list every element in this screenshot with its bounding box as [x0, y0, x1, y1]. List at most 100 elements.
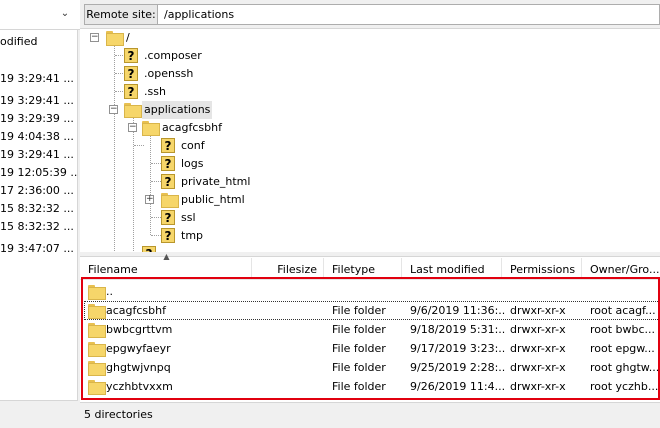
tree-item-root[interactable]: / — [124, 29, 132, 47]
column-owner-group[interactable]: Owner/Gro... — [582, 258, 660, 280]
unknown-folder-icon: ? — [161, 174, 175, 189]
unknown-folder-icon: ? — [124, 66, 138, 81]
local-column-modified[interactable]: odified — [0, 32, 77, 52]
file-type: File folder — [332, 323, 386, 336]
file-name: .. — [106, 285, 113, 298]
file-row[interactable]: acagfcsbhf File folder 9/6/2019 11:36:..… — [84, 301, 660, 320]
file-type: File folder — [332, 304, 386, 317]
file-owner: root epgw... — [590, 342, 655, 355]
sort-ascending-icon: ▲ — [163, 252, 170, 261]
unknown-folder-icon: ? — [161, 138, 175, 153]
tree-item-ssl[interactable]: ssl — [179, 209, 198, 227]
column-filename[interactable]: Filename — [80, 258, 252, 280]
file-permissions: drwxr-xr-x — [510, 342, 566, 355]
expand-icon[interactable]: + — [145, 195, 154, 204]
tree-item-openssh[interactable]: .openssh — [142, 65, 195, 83]
file-name: yczhbtvxxm — [106, 380, 173, 393]
unknown-folder-icon: ? — [161, 156, 175, 171]
unknown-folder-icon: ? — [124, 84, 138, 99]
tree-item-applications[interactable]: applications — [142, 101, 213, 119]
tree-connector — [133, 115, 134, 252]
folder-icon — [106, 31, 124, 46]
tree-item-private-html[interactable]: private_html — [179, 173, 252, 191]
file-permissions: drwxr-xr-x — [510, 323, 566, 336]
local-row-modified[interactable]: 19 3:29:41 ... — [0, 146, 77, 164]
file-type: File folder — [332, 342, 386, 355]
folder-icon — [88, 380, 106, 395]
local-file-list[interactable]: odified 19 3:29:41 ... 19 3:29:41 ... 19… — [0, 30, 78, 400]
local-row-modified[interactable]: 19 3:29:41 ... — [0, 70, 77, 88]
column-filesize[interactable]: Filesize — [252, 258, 324, 280]
tree-item-logs[interactable]: logs — [179, 155, 206, 173]
file-row-parent[interactable]: .. — [84, 282, 660, 301]
folder-icon — [88, 361, 106, 376]
tree-connector — [134, 145, 144, 146]
local-horizontal-scrollbar[interactable] — [0, 400, 78, 428]
file-type: File folder — [332, 380, 386, 393]
chevron-down-icon[interactable]: ⌄ — [58, 6, 72, 22]
tree-item-conf[interactable]: conf — [179, 137, 207, 155]
folder-icon — [161, 193, 179, 208]
file-owner: root bwbc... — [590, 323, 656, 336]
tree-item-acagfcsbhf[interactable]: acagfcsbhf — [160, 119, 224, 137]
file-modified: 9/26/2019 11:4... — [410, 380, 506, 393]
column-permissions[interactable]: Permissions — [502, 258, 582, 280]
folder-icon — [124, 103, 142, 118]
tree-connector — [151, 181, 161, 182]
collapse-icon[interactable]: − — [128, 123, 137, 132]
file-row[interactable]: bwbcgrttvm File folder 9/18/2019 5:31:..… — [84, 320, 660, 339]
file-row[interactable]: yczhbtvxxm File folder 9/26/2019 11:4...… — [84, 377, 660, 396]
folder-icon — [88, 323, 106, 338]
file-modified: 9/18/2019 5:31:... — [410, 323, 506, 336]
file-permissions: drwxr-xr-x — [510, 361, 566, 374]
remote-site-label: Remote site: — [84, 4, 158, 25]
local-row-modified[interactable]: 15 8:32:32 ... — [0, 218, 77, 236]
tree-connector — [151, 217, 161, 218]
remote-path-input[interactable]: /applications — [158, 4, 660, 25]
file-permissions: drwxr-xr-x — [510, 380, 566, 393]
unknown-folder-icon: ? — [161, 228, 175, 243]
unknown-folder-icon: ? — [124, 48, 138, 63]
file-name: epgwyfaeyr — [106, 342, 171, 355]
file-modified: 9/25/2019 2:28:... — [410, 361, 506, 374]
status-text: 5 directories — [84, 408, 153, 421]
tree-connector — [150, 133, 151, 235]
file-owner: root yczhb... — [590, 380, 659, 393]
tree-connector — [151, 235, 161, 236]
column-last-modified[interactable]: Last modified — [402, 258, 502, 280]
file-row[interactable]: epgwyfaeyr File folder 9/17/2019 3:23:..… — [84, 339, 660, 358]
local-row-modified[interactable]: 19 3:29:39 ... — [0, 110, 77, 128]
local-row-modified[interactable]: 19 3:29:41 ... — [0, 92, 77, 110]
column-filetype[interactable]: Filetype — [324, 258, 402, 280]
collapse-icon[interactable]: − — [90, 33, 99, 42]
remote-directory-tree[interactable]: − / ? .composer ? .openssh ? .ssh − appl… — [80, 28, 660, 252]
file-owner: root ghgtw... — [590, 361, 660, 374]
tree-item-public-html[interactable]: public_html — [179, 191, 247, 209]
folder-icon — [142, 121, 160, 136]
file-name: acagfcsbhf — [106, 304, 166, 317]
file-list-header: Filename Filesize Filetype Last modified… — [80, 258, 660, 280]
local-row-modified[interactable]: 19 12:05:39 ... — [0, 164, 77, 182]
file-type: File folder — [332, 361, 386, 374]
tree-item-tmp[interactable]: tmp — [179, 227, 205, 245]
unknown-folder-icon: ? — [161, 210, 175, 225]
folder-icon — [88, 304, 106, 319]
file-permissions: drwxr-xr-x — [510, 304, 566, 317]
file-row[interactable]: ghgtwjvnpq File folder 9/25/2019 2:28:..… — [84, 358, 660, 377]
local-row-modified[interactable]: 19 3:47:07 ... — [0, 240, 77, 258]
file-modified: 9/17/2019 3:23:... — [410, 342, 506, 355]
local-row-modified[interactable]: 15 8:32:32 ... — [0, 200, 77, 218]
status-bar: 5 directories — [80, 402, 660, 428]
file-owner: root acagf... — [590, 304, 656, 317]
tree-item-ssh[interactable]: .ssh — [142, 83, 168, 101]
local-row-modified[interactable]: 19 4:04:38 ... — [0, 128, 77, 146]
file-modified: 9/6/2019 11:36:... — [410, 304, 506, 317]
file-name: ghgtwjvnpq — [106, 361, 171, 374]
tree-item-composer[interactable]: .composer — [142, 47, 204, 65]
local-row-modified[interactable]: 17 2:36:00 ... — [0, 182, 77, 200]
file-name: bwbcgrttvm — [106, 323, 173, 336]
folder-icon — [88, 342, 106, 357]
tree-connector — [151, 163, 161, 164]
tree-connector — [114, 43, 115, 252]
collapse-icon[interactable]: − — [109, 105, 118, 114]
